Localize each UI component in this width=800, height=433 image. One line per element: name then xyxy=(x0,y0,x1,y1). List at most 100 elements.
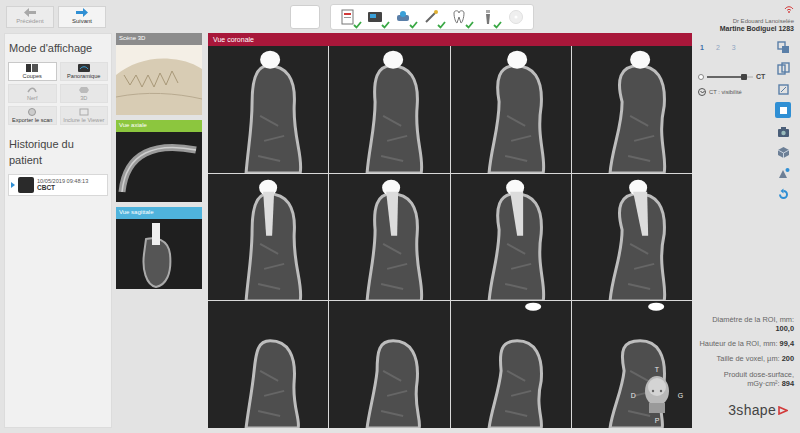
ct-slice[interactable] xyxy=(329,174,449,301)
toggle-icon xyxy=(698,88,706,96)
workflow-toolbar xyxy=(260,4,604,30)
ct-slice[interactable] xyxy=(451,174,571,301)
view-thumbnail[interactable]: Scène 3D xyxy=(116,33,202,115)
triangle-icon xyxy=(778,398,788,422)
ct-slice[interactable] xyxy=(329,301,449,428)
layer-tab[interactable]: 1 xyxy=(700,43,704,54)
display-mode-panel: Mode d'affichage Coupes Panoramique Nerf 3D E… xyxy=(4,33,112,428)
history-date: 10/05/2019 09:48:13 xyxy=(37,178,88,184)
user-info: Dr Edouard LanoiseléeMartine Bodiguel 12… xyxy=(604,0,794,33)
mode-label: Nerf xyxy=(27,95,38,101)
panel-title: Mode d'affichage xyxy=(9,40,108,57)
ct-slice[interactable] xyxy=(208,301,328,428)
ct-slider: CT xyxy=(698,72,768,83)
mode-icon xyxy=(78,86,90,95)
tool-icon xyxy=(777,56,790,80)
navigation-group: PrécédentSuivant xyxy=(6,6,260,28)
stat-value: 894 xyxy=(782,379,794,388)
ct-slice[interactable] xyxy=(208,174,328,301)
thumbnail-title: Vue axiale xyxy=(116,120,202,132)
previous-button[interactable]: Précédent xyxy=(6,6,54,28)
orientation-label: D xyxy=(631,392,636,399)
thumbnail-title: Scène 3D xyxy=(116,33,202,45)
mode-label: Panoramique xyxy=(67,73,100,79)
workflow-step[interactable] xyxy=(477,7,499,27)
workflow-step[interactable] xyxy=(449,7,471,27)
tool-button[interactable] xyxy=(775,144,791,160)
thumbnail-title: Vue sagittale xyxy=(116,207,202,219)
layer-tab[interactable]: 3 xyxy=(732,43,736,54)
slider-label: CT xyxy=(756,72,765,83)
stat-label: Diamètre de la ROI, mm: xyxy=(712,315,794,324)
workflow-step[interactable] xyxy=(505,7,527,27)
tool-button[interactable] xyxy=(775,81,791,97)
tool-button[interactable] xyxy=(775,60,791,76)
mode-icon xyxy=(26,86,38,95)
thumbnail-image xyxy=(116,132,202,202)
layer-tab[interactable]: 2 xyxy=(716,43,720,54)
stat-label: Hauteur de la ROI, mm: xyxy=(700,339,778,348)
mode-label: 3D xyxy=(80,95,87,101)
tool-button[interactable] xyxy=(775,123,791,139)
tool-icon xyxy=(777,119,790,143)
top-bar: PrécédentSuivant Dr Edouard LanoiseléeMar… xyxy=(0,0,800,33)
ct-slice[interactable] xyxy=(572,174,692,301)
view-thumbnail[interactable]: Vue axiale xyxy=(116,120,202,202)
ct-slice[interactable] xyxy=(329,46,449,173)
tool-icon xyxy=(777,140,790,164)
orientation-label: G xyxy=(678,392,683,399)
mode-icon xyxy=(26,64,38,73)
orientation-label: T xyxy=(655,366,659,373)
slice-grid: TDGP xyxy=(208,46,692,428)
workflow-step[interactable] xyxy=(393,7,415,27)
view-thumbnail[interactable]: Vue sagittale xyxy=(116,207,202,289)
thumbnail-image xyxy=(116,219,202,289)
ct-slice[interactable] xyxy=(572,46,692,173)
wifi-icon xyxy=(784,0,794,18)
ct-slice[interactable] xyxy=(208,46,328,173)
ct-controls: 1 2 3 CT CT : visibilité xyxy=(698,39,768,202)
workflow-step[interactable] xyxy=(337,7,359,27)
mode-tile[interactable]: Panoramique xyxy=(60,62,109,81)
arrow-icon xyxy=(24,8,36,17)
visibility-toggle[interactable]: CT : visibilité xyxy=(698,88,768,97)
patient-button[interactable] xyxy=(290,5,320,29)
slider-track[interactable] xyxy=(707,76,753,78)
tool-button[interactable] xyxy=(775,186,791,202)
mode-label: Coupes xyxy=(23,73,42,79)
action-tile[interactable]: Inclure le Viewer xyxy=(60,106,109,125)
next-button[interactable]: Suivant xyxy=(58,6,106,28)
ct-slice[interactable] xyxy=(451,46,571,173)
step-icon xyxy=(507,5,525,29)
stat-value: 200 xyxy=(782,354,794,363)
stat-row: Produit dose-surface, mGy·cm²: 894 xyxy=(698,370,794,389)
workflow-step[interactable] xyxy=(365,7,387,27)
layer-tabs: 1 2 3 xyxy=(698,43,768,54)
tool-button[interactable] xyxy=(775,39,791,55)
patient-name: Martine Bodiguel 1283 xyxy=(720,25,794,33)
history-entry[interactable]: 10/05/2019 09:48:13CBCT xyxy=(8,174,108,196)
stat-label: Taille de voxel, µm: xyxy=(717,354,780,363)
action-tile[interactable]: Exporter le scan xyxy=(8,106,57,125)
logo-text: 3shape xyxy=(728,400,776,421)
panel-title: Historique du patient xyxy=(9,136,108,169)
head-icon xyxy=(638,373,676,417)
tool-button[interactable] xyxy=(775,102,791,118)
selection-marker xyxy=(11,182,15,188)
stat-row: Taille de voxel, µm: 200 xyxy=(698,354,794,363)
app-window: PrécédentSuivant Dr Edouard LanoiseléeMar… xyxy=(0,0,800,433)
workspace: Mode d'affichageCoupesPanoramiqueNerf3DE… xyxy=(0,33,800,433)
tool-button[interactable] xyxy=(775,165,791,181)
slider-knob[interactable] xyxy=(741,74,747,80)
mode-tile[interactable]: Nerf xyxy=(8,84,57,103)
slider-fill xyxy=(707,76,744,78)
mode-tile[interactable]: 3D xyxy=(60,84,109,103)
history-type: CBCT xyxy=(37,184,88,191)
export-icon xyxy=(26,108,38,117)
arrow-icon xyxy=(76,8,88,17)
ct-slice[interactable] xyxy=(572,301,692,428)
mode-tile[interactable]: Coupes xyxy=(8,62,57,81)
stat-value: 99,4 xyxy=(780,339,794,348)
ct-slice[interactable] xyxy=(451,301,571,428)
workflow-step[interactable] xyxy=(421,7,443,27)
